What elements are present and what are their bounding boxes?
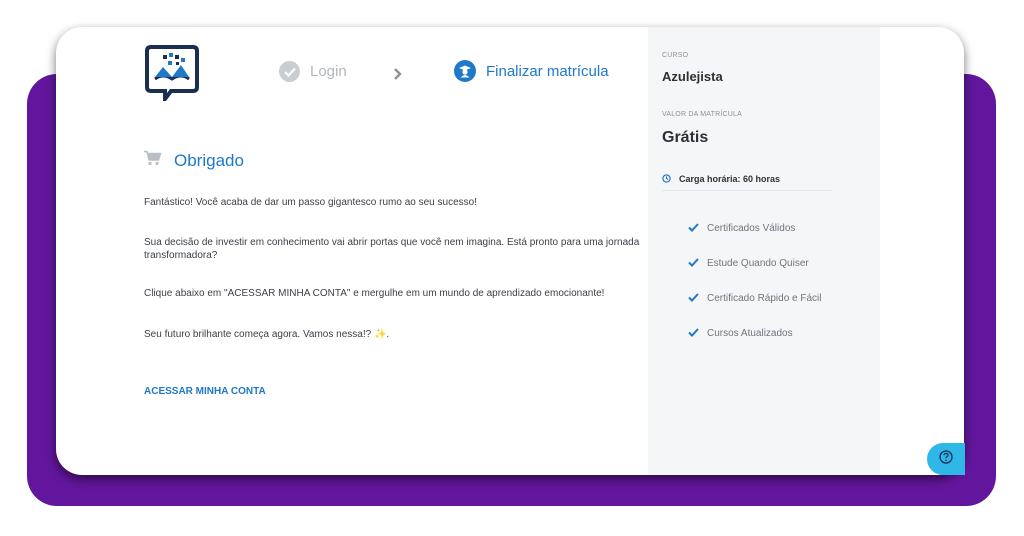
check-icon [688, 289, 699, 307]
sparkles-icon: ✨ [373, 329, 387, 340]
benefit-label: Certificados Válidos [707, 222, 796, 234]
benefit-label: Cursos Atualizados [707, 327, 793, 339]
clock-icon [662, 170, 671, 188]
benefit-item: Estude Quando Quiser [688, 254, 809, 272]
checkout-card: Login Finalizar matrícula Obrigado Fantá… [56, 27, 964, 475]
access-account-link[interactable]: ACESSAR MINHA CONTA [144, 386, 266, 397]
help-button[interactable] [927, 443, 965, 475]
step-login: Login [279, 61, 347, 82]
chevron-right-icon [393, 67, 403, 86]
message-text: Seu futuro brilhante começa agora. Vamos… [144, 329, 372, 340]
logo-icon[interactable] [143, 43, 201, 105]
user-graduate-icon [454, 60, 476, 82]
message-paragraph: Sua decisão de investir em conhecimento … [144, 237, 640, 261]
shopping-cart-icon [144, 150, 162, 171]
check-icon [688, 254, 699, 272]
question-circle-icon [939, 449, 953, 469]
message-paragraph: Clique abaixo em "ACESSAR MINHA CONTA" e… [144, 288, 605, 299]
divider [662, 190, 832, 191]
price-label: VALOR DA MATRÍCULA [662, 111, 742, 118]
benefit-item: Certificados Válidos [688, 219, 795, 237]
price-value: Grátis [662, 129, 709, 146]
step-finalize: Finalizar matrícula [454, 60, 609, 82]
course-hours-text: Carga horária: 60 horas [679, 174, 781, 184]
benefit-label: Certificado Rápido e Fácil [707, 292, 822, 304]
check-icon [688, 324, 699, 342]
message-paragraph-final: Seu futuro brilhante começa agora. Vamos… [144, 328, 644, 341]
benefit-label: Estude Quando Quiser [707, 257, 809, 269]
message-suffix: . [386, 329, 390, 340]
page-title: Obrigado [174, 150, 244, 170]
order-summary-sidebar: CURSO Azulejista VALOR DA MATRÍCULA Grát… [648, 27, 880, 475]
course-name: Azulejista [662, 69, 723, 84]
message-paragraph: Fantástico! Você acaba de dar um passo g… [144, 197, 477, 208]
check-circle-icon [279, 61, 300, 82]
course-label: CURSO [662, 52, 689, 59]
step-login-label: Login [310, 63, 347, 80]
course-hours: Carga horária: 60 horas [662, 170, 780, 188]
benefit-item: Certificado Rápido e Fácil [688, 289, 822, 307]
benefit-item: Cursos Atualizados [688, 324, 793, 342]
page-heading: Obrigado [144, 150, 244, 171]
check-icon [688, 219, 699, 237]
step-finalize-label: Finalizar matrícula [486, 62, 609, 80]
